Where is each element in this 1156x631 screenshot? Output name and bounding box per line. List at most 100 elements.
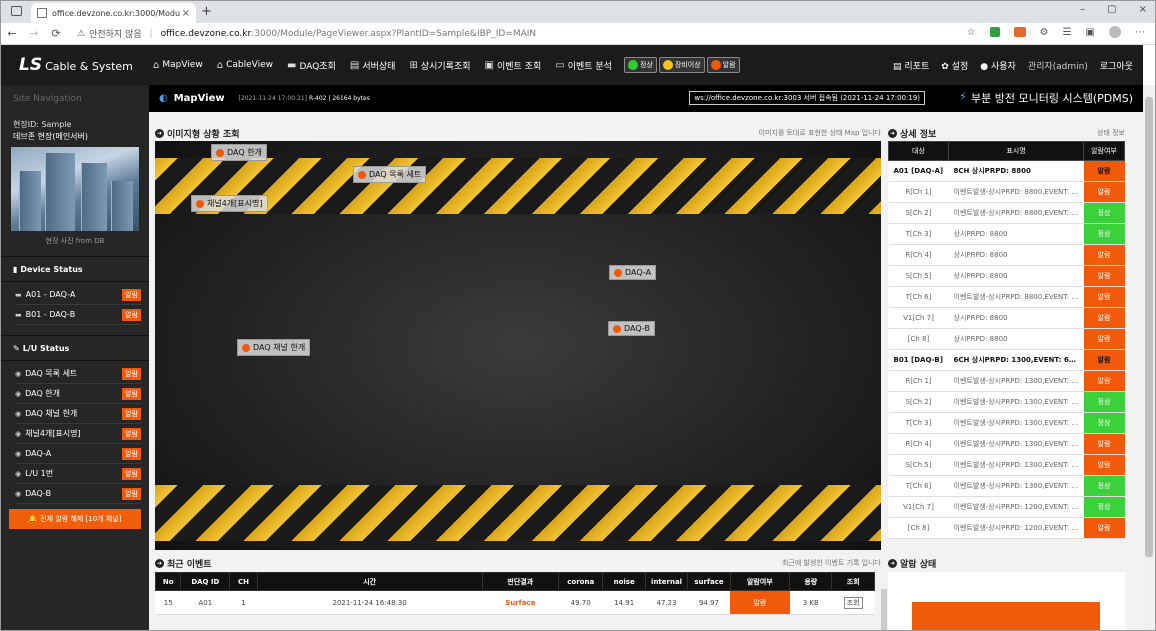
detail-table-body: A01 [DAQ-A] 8CH 상시PRPD: 8800 알람 R[Ch 1] 이벤트발… (888, 160, 1125, 539)
marker-label: DAQ-A (625, 268, 652, 277)
clear-all-alarms-button[interactable]: 🔔 전체 알람 해제 [10개 채널] (9, 509, 141, 529)
detail-alarm-badge: 알람 (1083, 160, 1125, 182)
menu-mapview[interactable]: ⌂ MapView (153, 60, 203, 71)
url-field[interactable]: ⚠ 안전하지 않음 | office.devzone.co.kr:3000/Mo… (77, 27, 536, 41)
map-marker[interactable]: DAQ 채널 한개 (237, 339, 311, 356)
detail-row[interactable]: V1[Ch 7] 상시PRPD: 8800 알람 (888, 307, 1125, 329)
menu-server-status[interactable]: ▤ 서버상태 (350, 59, 396, 72)
forward-icon[interactable]: → (23, 27, 45, 40)
back-icon[interactable]: ← (1, 27, 23, 40)
collections-icon[interactable]: ▣ (1086, 27, 1095, 38)
menu-records[interactable]: ⊞ 상시기록조회 (409, 59, 470, 72)
sidebar-item-lu[interactable]: ◉ DAQ 채널 한개 알람 (15, 404, 141, 424)
extension-green-icon[interactable] (989, 27, 1000, 37)
detail-row[interactable]: R[Ch 4] 이벤트발생-상시PRPD: 1300,EVENT: 1000 알람 (888, 433, 1125, 455)
detail-row[interactable]: [Ch 8] 상시PRPD: 8800 알람 (888, 328, 1125, 350)
detail-target: [Ch 8] (888, 328, 949, 350)
browser-window: office.devzone.co.kr:3000/Modu × + – ▢ ×… (0, 0, 1156, 631)
close-tab-icon[interactable]: × (182, 8, 190, 19)
detail-row[interactable]: S[Ch 5] 이벤트발생-상시PRPD: 1300,EVENT: 1000 알람 (888, 454, 1125, 476)
detail-row[interactable]: T[Ch 3] 이벤트발생-상시PRPD: 1300,EVENT: 1000 정상 (888, 412, 1125, 434)
detail-table: 대상 표시명 알람여부 A01 [DAQ-A] 8CH 상시PRPD: 8800 알… (888, 141, 1125, 539)
sidebar-item-label: 채널4개[표시명] (25, 429, 81, 438)
detail-target: [Ch 8] (888, 517, 949, 539)
sidebar-item-lu[interactable]: ◉ 채널4개[표시명] 알람 (15, 424, 141, 444)
new-tab-button[interactable]: + (201, 4, 212, 19)
map-marker[interactable]: DAQ 목록 세트 (353, 166, 427, 183)
view-button[interactable]: 조회 (843, 596, 863, 609)
table-row[interactable]: 15 A01 1 2021-11-24 16:48:30 Surface 49.… (155, 590, 875, 615)
warning-icon[interactable]: ⚠ (77, 29, 85, 39)
extension-orange-icon[interactable] (1013, 27, 1026, 37)
menu-event-query[interactable]: ▣ 이벤트 조회 (485, 59, 542, 72)
page-scrollbar-thumb[interactable] (1145, 97, 1153, 557)
event-daq-id: A01 (180, 590, 230, 615)
detail-row[interactable]: S[Ch 5] 상시PRPD: 8800 알람 (888, 265, 1125, 287)
detail-row[interactable]: [Ch 8] 이벤트발생-상시PRPD: 1200,EVENT: 1000 알람 (888, 517, 1125, 539)
sidebar-item-lu[interactable]: ◉ L/U 1번 알람 (15, 464, 141, 484)
profile-avatar[interactable] (1109, 26, 1121, 38)
events-scrollbar[interactable] (881, 589, 887, 630)
menu-label: MapView (162, 60, 203, 70)
settings-link[interactable]: ✿ 설정 (941, 59, 968, 72)
detail-row[interactable]: R[Ch 1] 이벤트발생-상시PRPD: 8800,EVENT: 1000 알람 (888, 181, 1125, 203)
more-icon[interactable]: ⋯ (1135, 27, 1145, 38)
logout-link[interactable]: 로그아웃 (1100, 59, 1133, 72)
events-panel: ➜ 최근 이벤트 최근에 발생한 이벤트 기록 입니다 No DAQ ID CH… (154, 555, 887, 630)
menu-daq-query[interactable]: ▬ DAQ조회 (287, 59, 336, 72)
alarm-dot-icon (613, 324, 621, 333)
bolt-icon: ⚡ (959, 90, 968, 103)
sidebar-item-device[interactable]: ▬ B01 - DAQ-B 알람 (15, 305, 141, 325)
sidebar-item-lu[interactable]: ◉ DAQ-B 알람 (15, 484, 141, 504)
status-normal-button[interactable]: 정상 (623, 57, 657, 73)
detail-row[interactable]: T[Ch 6] 이벤트발생-상시PRPD: 1300,EVENT: 1000 정상 (888, 475, 1125, 497)
wrench-icon: ✎ (13, 343, 20, 353)
map-marker[interactable]: DAQ-B (608, 321, 655, 336)
detail-display: 이벤트발생-상시PRPD: 1200,EVENT: 1000 (948, 517, 1084, 539)
menu-label: CableView (226, 60, 273, 70)
detail-row[interactable]: R[Ch 1] 이벤트발생-상시PRPD: 1300,EVENT: 1000 알람 (888, 370, 1125, 392)
detail-group-row[interactable]: B01 [DAQ-B] 6CH 상시PRPD: 1300,EVENT: 6000 알… (888, 349, 1125, 371)
detail-group-row[interactable]: A01 [DAQ-A] 8CH 상시PRPD: 8800 알람 (888, 160, 1125, 182)
status-alarm-button[interactable]: 알람 (706, 57, 740, 73)
detail-row[interactable]: T[Ch 3] 상시PRPD: 8800 정상 (888, 223, 1125, 245)
alarm-badge: 알람 (122, 309, 141, 321)
detail-alarm-badge: 알람 (1083, 244, 1125, 266)
detail-row[interactable]: V1[Ch 7] 이벤트발생-상시PRPD: 1200,EVENT: 1000 정상 (888, 496, 1125, 518)
favorites-list-icon[interactable]: ☰ (1063, 27, 1072, 38)
reload-icon[interactable]: ⟳ (45, 27, 67, 40)
menu-cableview[interactable]: ⌂ CableView (217, 60, 273, 71)
company-logo[interactable]: LS Cable & System (1, 55, 141, 75)
status-fault-button[interactable]: 장비이상 (658, 57, 705, 73)
alarm-dot-icon (196, 199, 204, 208)
menu-event-analysis[interactable]: ▭ 이벤트 분석 (555, 59, 612, 72)
sidebar-item-device[interactable]: ▬ A01 - DAQ-A 알람 (15, 285, 141, 305)
arrow-circle-icon: ➜ (888, 128, 897, 138)
detail-row[interactable]: S[Ch 2] 이벤트발생-상시PRPD: 1300,EVENT: 1000 정상 (888, 391, 1125, 413)
arrow-circle-icon: ➜ (888, 558, 897, 568)
tab-actions-icon[interactable] (11, 6, 22, 16)
right-menu: ▤ 리포트 ✿ 설정 ● 사용자 관리자(admin) 로그아웃 (893, 59, 1133, 72)
detail-row[interactable]: T[Ch 6] 이벤트발생-상시PRPD: 8800,EVENT: 1000 알람 (888, 286, 1125, 308)
detail-row[interactable]: S[Ch 2] 이벤트발생-상시PRPD: 8800,EVENT: 1000 정상 (888, 202, 1125, 224)
detail-alarm-badge: 정상 (1083, 496, 1125, 518)
page-icon (37, 8, 47, 18)
sidebar-item-lu[interactable]: ◉ DAQ 목록 세트 알람 (15, 364, 141, 384)
user-link[interactable]: ● 사용자 (980, 59, 1016, 72)
map-marker[interactable]: DAQ 한개 (211, 144, 267, 161)
detail-target: B01 [DAQ-B] (888, 349, 949, 371)
sidebar-item-lu[interactable]: ◉ DAQ 한개 알람 (15, 384, 141, 404)
arrow-circle-icon: ➜ (155, 128, 164, 138)
extensions-icon[interactable]: ⚙ (1040, 27, 1049, 38)
report-link[interactable]: ▤ 리포트 (893, 59, 929, 72)
map-marker[interactable]: 채널4개[표시명] (191, 195, 268, 212)
favorite-icon[interactable]: ☆ (967, 27, 976, 38)
close-window-icon[interactable]: × (1139, 4, 1147, 15)
detail-row[interactable]: R[Ch 4] 상시PRPD: 8800 알람 (888, 244, 1125, 266)
maximize-icon[interactable]: ▢ (1107, 4, 1116, 15)
browser-tab[interactable]: office.devzone.co.kr:3000/Modu × (31, 3, 196, 23)
status-label: 알람 (722, 61, 736, 69)
map-marker[interactable]: DAQ-A (609, 265, 657, 280)
sidebar-item-lu[interactable]: ◉ DAQ-A 알람 (15, 444, 141, 464)
minimize-icon[interactable]: – (1080, 4, 1085, 15)
